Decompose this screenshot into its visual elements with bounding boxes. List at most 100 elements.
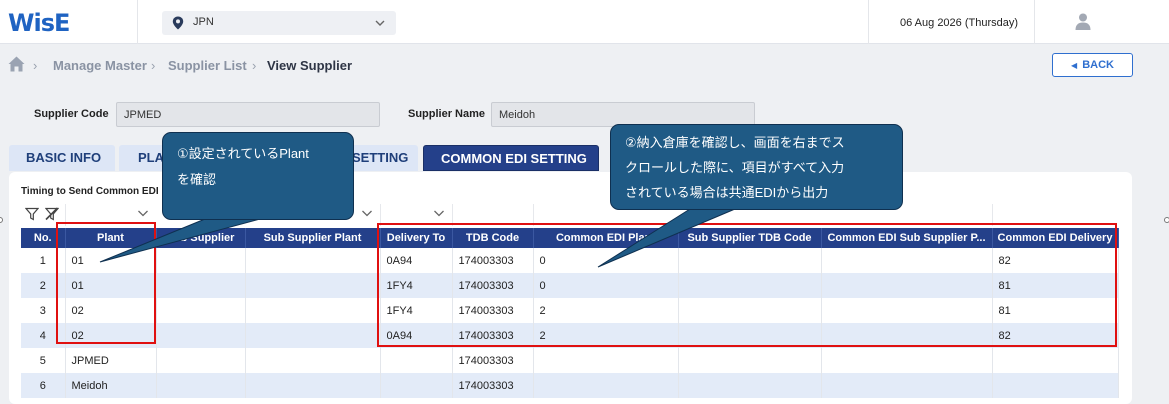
column-header[interactable]: Plant — [65, 228, 157, 248]
column-header[interactable]: Sub Supplier TDB Code — [678, 228, 822, 248]
table-cell — [821, 273, 993, 298]
table-cell — [156, 373, 246, 398]
filter-divider — [452, 204, 453, 226]
table-cell: 02 — [65, 323, 157, 348]
table-cell: 3 — [21, 298, 66, 323]
table-cell: 1 — [21, 248, 66, 273]
table-cell — [533, 373, 679, 398]
column-header[interactable]: TDB Code — [452, 228, 534, 248]
table-cell — [821, 323, 993, 348]
column-header[interactable]: Sub Supplier — [156, 228, 246, 248]
table-cell — [245, 348, 381, 373]
table-cell: 174003303 — [452, 348, 534, 373]
table-cell: 02 — [65, 298, 157, 323]
supplier-code-field[interactable]: JPMED — [116, 102, 380, 127]
back-button[interactable]: ◀ BACK — [1052, 53, 1133, 77]
filter-divider — [533, 204, 534, 226]
window-resize-handle[interactable] — [0, 217, 3, 223]
filter-divider — [992, 204, 993, 226]
supplier-edi-table: No. Plant Sub Supplier Sub Supplier Plan… — [21, 228, 1119, 398]
table-cell — [678, 348, 822, 373]
breadcrumb-separator: › — [151, 58, 156, 73]
user-icon[interactable] — [1075, 13, 1091, 30]
breadcrumb-separator: › — [33, 58, 38, 73]
filter-divider — [65, 204, 66, 226]
column-header[interactable]: Common EDI Plant — [533, 228, 679, 248]
table-cell: 0A94 — [380, 248, 453, 273]
callout-check-plant: ①設定されているPlant を確認 — [162, 132, 354, 220]
table-cell — [992, 348, 1119, 373]
table-cell: 0 — [533, 273, 679, 298]
column-header[interactable]: Common EDI Sub Supplier P... — [821, 228, 993, 248]
table-cell: 174003303 — [452, 373, 534, 398]
table-cell: 174003303 — [452, 323, 534, 348]
table-cell: 0A94 — [380, 323, 453, 348]
table-cell: JPMED — [65, 348, 157, 373]
table-row[interactable]: 6 Meidoh 174003303 — [21, 373, 1119, 398]
table-cell — [156, 323, 246, 348]
column-header[interactable]: Common EDI Delivery — [992, 228, 1119, 248]
table-cell — [533, 348, 679, 373]
breadcrumb-supplier-list[interactable]: Supplier List — [168, 58, 247, 73]
breadcrumb-separator: › — [252, 58, 257, 73]
timing-label: Timing to Send Common EDI — [21, 186, 159, 197]
table-cell — [156, 348, 246, 373]
app-logo[interactable]: WisE — [8, 9, 70, 37]
table-cell: 01 — [65, 248, 157, 273]
table-cell: 174003303 — [452, 248, 534, 273]
table-row[interactable]: 1 01 0A94 174003303 0 82 — [21, 248, 1119, 273]
breadcrumb-view-supplier: View Supplier — [267, 58, 353, 73]
back-arrow-icon: ◀ — [1071, 61, 1078, 70]
table-row[interactable]: 5 JPMED 174003303 — [21, 348, 1119, 373]
divider — [137, 0, 138, 44]
table-header-row: No. Plant Sub Supplier Sub Supplier Plan… — [21, 228, 1119, 248]
table-cell — [821, 248, 993, 273]
tab-common-edi-setting[interactable]: COMMON EDI SETTING — [423, 145, 599, 171]
column-header[interactable]: No. — [21, 228, 66, 248]
current-date: 06 Aug 2026 (Thursday) — [900, 17, 1019, 29]
column-header[interactable]: Delivery To — [380, 228, 453, 248]
window-resize-handle[interactable] — [1164, 217, 1169, 223]
table-cell — [992, 373, 1119, 398]
table-cell — [380, 348, 453, 373]
table-row[interactable]: 4 02 0A94 174003303 2 82 — [21, 323, 1119, 348]
table-cell: Meidoh — [65, 373, 157, 398]
callout-line: ①設定されているPlant — [177, 146, 309, 161]
table-cell: 174003303 — [452, 298, 534, 323]
chevron-down-icon[interactable] — [137, 208, 149, 218]
table-cell: 82 — [992, 248, 1119, 273]
table-cell — [821, 298, 993, 323]
country-value: JPN — [193, 16, 214, 28]
chevron-down-icon[interactable] — [433, 208, 445, 218]
table-cell: 1FY4 — [380, 298, 453, 323]
table-cell: 6 — [21, 373, 66, 398]
table-row[interactable]: 3 02 1FY4 174003303 2 81 — [21, 298, 1119, 323]
callout-line: されている場合は共通EDIから出力 — [625, 185, 829, 200]
table-cell — [245, 373, 381, 398]
filter-icon[interactable] — [25, 207, 39, 221]
table-cell: 0 — [533, 248, 679, 273]
table-cell — [245, 248, 381, 273]
home-icon[interactable] — [8, 56, 25, 72]
table-cell: 81 — [992, 298, 1119, 323]
back-label: BACK — [1082, 59, 1114, 71]
table-cell — [678, 323, 822, 348]
table-cell — [821, 373, 993, 398]
table-cell: 2 — [533, 298, 679, 323]
column-header[interactable]: Sub Supplier Plant — [245, 228, 381, 248]
table-cell — [156, 248, 246, 273]
table-cell: 2 — [21, 273, 66, 298]
table-cell: 81 — [992, 273, 1119, 298]
country-select[interactable]: JPN — [162, 11, 396, 35]
breadcrumb-manage-master[interactable]: Manage Master — [53, 58, 147, 73]
table-cell — [245, 323, 381, 348]
table-cell — [678, 248, 822, 273]
supplier-code-label: Supplier Code — [34, 108, 109, 120]
callout-line: を確認 — [177, 172, 217, 187]
table-row[interactable]: 2 01 1FY4 174003303 0 81 — [21, 273, 1119, 298]
tab-basic-info[interactable]: BASIC INFO — [9, 145, 115, 171]
clear-filter-icon[interactable] — [45, 207, 59, 221]
table-cell — [678, 298, 822, 323]
chevron-down-icon — [375, 20, 385, 26]
chevron-down-icon[interactable] — [361, 208, 373, 218]
